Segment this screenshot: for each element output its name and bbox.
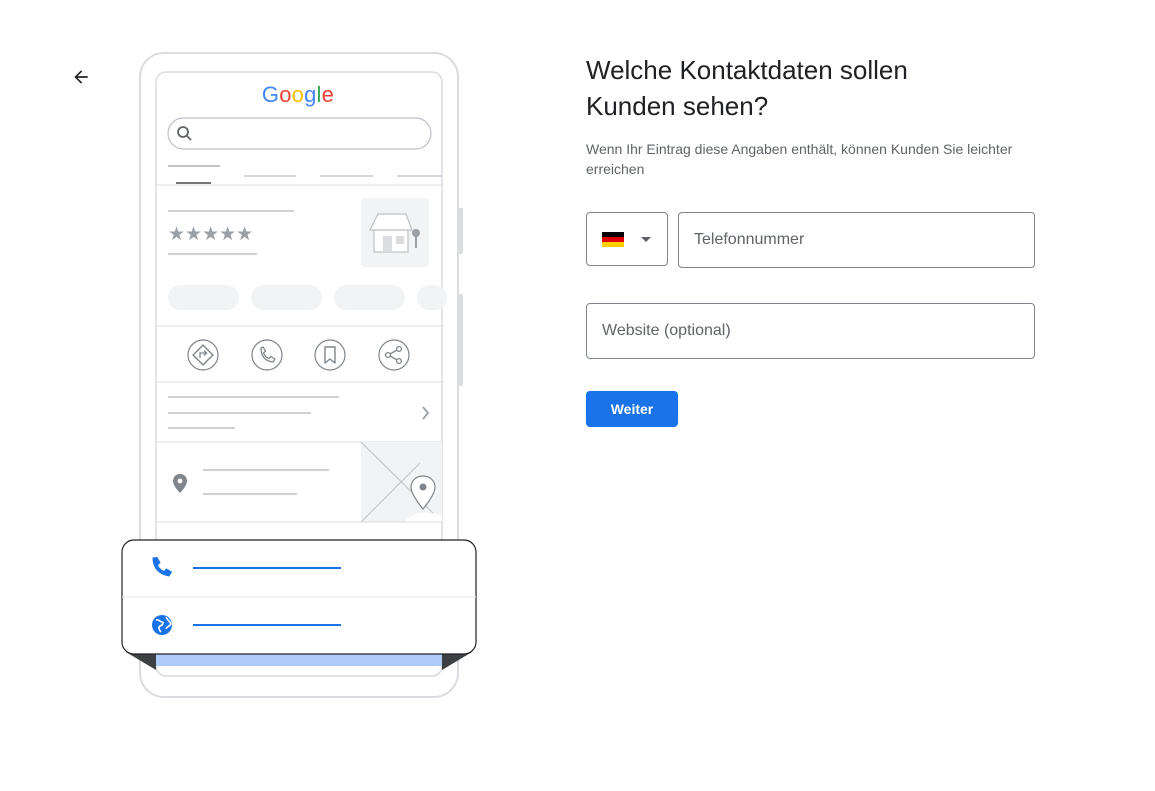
- title-line-1: Welche Kontaktdaten sollen: [586, 55, 908, 85]
- next-button[interactable]: Weiter: [586, 391, 678, 427]
- phone-number-input[interactable]: [678, 212, 1035, 268]
- logo-letter: G: [262, 82, 279, 107]
- directions-icon: [187, 339, 219, 371]
- back-button[interactable]: [66, 62, 96, 92]
- rating-stars: ★★★★★: [168, 223, 253, 245]
- logo-letter: o: [279, 82, 291, 107]
- page-title: Welche Kontaktdaten sollen Kunden sehen?: [586, 52, 1006, 124]
- map-thumbnail: [360, 441, 443, 523]
- popup-globe-icon: [152, 615, 172, 635]
- phone-illustration: Google ★★★★★: [120, 50, 480, 700]
- google-logo: Google: [262, 82, 334, 107]
- page-subtitle: Wenn Ihr Eintrag diese Angaben enthält, …: [586, 141, 1013, 177]
- dropdown-caret-icon: [641, 236, 651, 242]
- logo-letter: e: [322, 82, 334, 107]
- arrow-back-icon: [74, 70, 88, 84]
- phone-icon: [251, 339, 283, 371]
- bookmark-icon: [314, 339, 346, 371]
- website-input[interactable]: [586, 303, 1035, 359]
- logo-letter: g: [304, 82, 316, 107]
- share-icon: [378, 339, 410, 371]
- title-line-2: Kunden sehen?: [586, 91, 769, 121]
- logo-letter: o: [292, 82, 304, 107]
- de-flag-icon: [602, 231, 624, 247]
- country-code-select[interactable]: [586, 212, 668, 266]
